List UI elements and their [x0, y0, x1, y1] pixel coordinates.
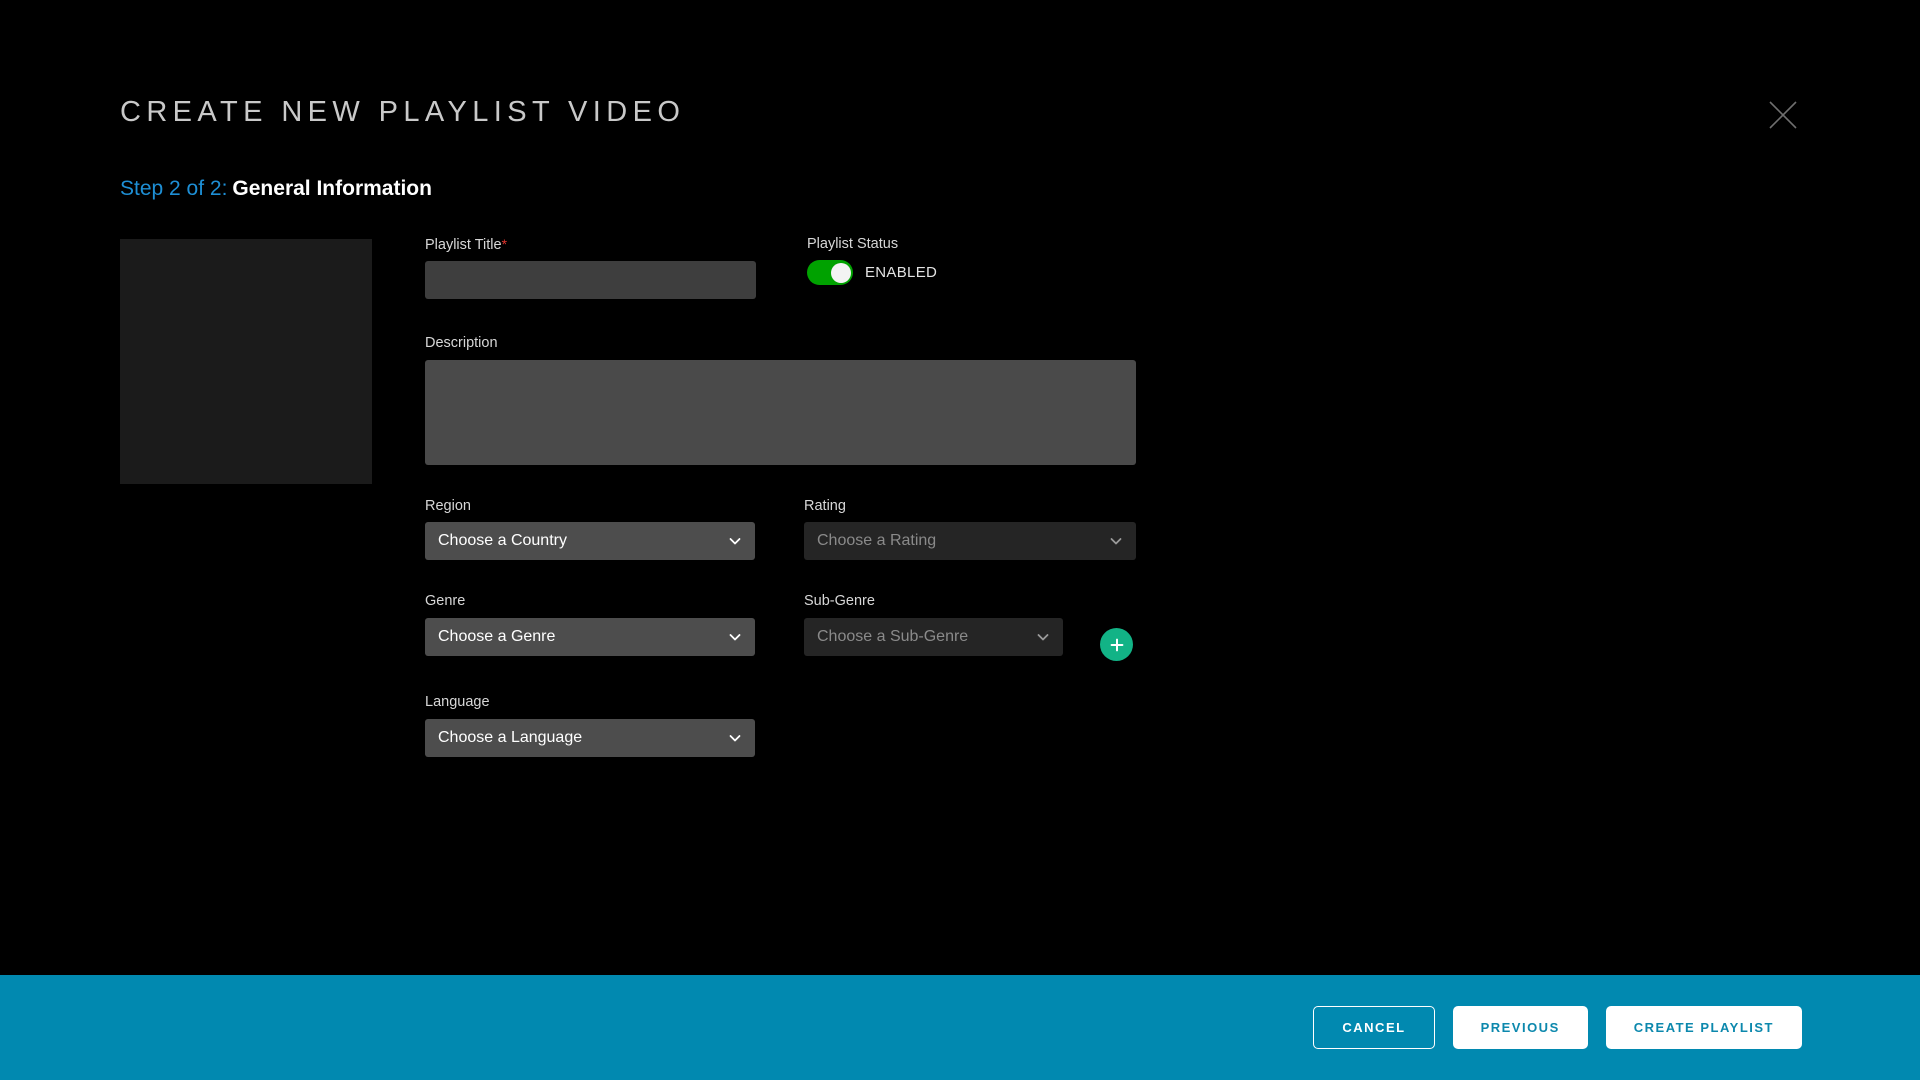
- playlist-title-input[interactable]: [425, 261, 756, 300]
- rating-label: Rating: [804, 497, 846, 514]
- playlist-status-toggle[interactable]: [807, 260, 853, 286]
- region-label: Region: [425, 497, 471, 514]
- cancel-button[interactable]: CANCEL: [1313, 1006, 1435, 1049]
- playlist-title-label-text: Playlist Title: [425, 237, 502, 253]
- genre-label: Genre: [425, 593, 466, 610]
- description-textarea[interactable]: [425, 359, 1136, 465]
- form-row-description: Description: [425, 335, 1345, 465]
- page-title: CREATE NEW PLAYLIST VIDEO: [120, 96, 686, 128]
- playlist-title-label: Playlist Title*: [425, 236, 756, 254]
- playlist-status-state-text: ENABLED: [865, 264, 938, 282]
- create-playlist-button[interactable]: CREATE PLAYLIST: [1605, 1006, 1802, 1049]
- genre-field: Genre Choose a Genre: [425, 593, 755, 656]
- step-indicator: Step 2 of 2: General Information: [120, 177, 432, 201]
- playlist-thumbnail-placeholder[interactable]: [120, 239, 372, 484]
- form-row-genre-subgenre: Genre Choose a Genre Sub-Genre Choose a …: [425, 593, 1345, 662]
- form-row-title-status: Playlist Title* Playlist Status ENABLED: [425, 236, 1345, 300]
- add-subgenre-wrap: [1063, 593, 1133, 662]
- region-field: Region Choose a Country: [425, 497, 755, 561]
- form-row-language: Language Choose a Language: [425, 694, 1345, 757]
- create-playlist-modal: CREATE NEW PLAYLIST VIDEO Step 2 of 2: Ge…: [0, 0, 1920, 1080]
- chevron-down-icon: [728, 731, 742, 745]
- genre-select-value: Choose a Genre: [438, 627, 556, 645]
- modal-footer: CANCEL PREVIOUS CREATE PLAYLIST: [0, 975, 1920, 1080]
- chevron-down-icon: [728, 534, 742, 548]
- description-label: Description: [425, 335, 498, 352]
- subgenre-select[interactable]: Choose a Sub-Genre: [804, 617, 1063, 656]
- playlist-status-label: Playlist Status: [807, 236, 899, 252]
- rating-select[interactable]: Choose a Rating: [804, 522, 1136, 561]
- playlist-status-field: Playlist Status ENABLED: [807, 236, 937, 299]
- required-marker: *: [501, 236, 508, 252]
- language-select-value: Choose a Language: [438, 728, 583, 746]
- rating-select-value: Choose a Rating: [817, 532, 937, 550]
- subgenre-field: Sub-Genre Choose a Sub-Genre: [804, 593, 1063, 656]
- language-field: Language Choose a Language: [425, 694, 755, 757]
- subgenre-label: Sub-Genre: [804, 593, 875, 610]
- rating-field: Rating Choose a Rating: [804, 497, 1136, 561]
- language-select[interactable]: Choose a Language: [425, 718, 755, 757]
- general-information-form: Playlist Title* Playlist Status ENABLED …: [425, 236, 1345, 757]
- playlist-status-toggle-row: ENABLED: [807, 260, 938, 286]
- region-select[interactable]: Choose a Country: [425, 522, 755, 561]
- chevron-down-icon: [728, 630, 742, 644]
- chevron-down-icon: [1109, 534, 1123, 548]
- previous-button[interactable]: PREVIOUS: [1452, 1006, 1588, 1049]
- step-counter: Step 2 of 2:: [120, 177, 228, 200]
- region-select-value: Choose a Country: [438, 532, 567, 550]
- toggle-knob: [830, 262, 851, 283]
- close-icon[interactable]: [1766, 98, 1800, 132]
- chevron-down-icon: [1036, 630, 1050, 644]
- step-title: General Information: [232, 177, 432, 200]
- description-field: Description: [425, 335, 1136, 465]
- genre-select[interactable]: Choose a Genre: [425, 617, 755, 656]
- add-subgenre-button[interactable]: [1100, 628, 1133, 662]
- playlist-title-field: Playlist Title*: [425, 236, 756, 300]
- plus-icon: [1109, 637, 1125, 653]
- language-label: Language: [425, 694, 490, 711]
- subgenre-select-value: Choose a Sub-Genre: [817, 627, 969, 645]
- form-row-region-rating: Region Choose a Country Rating Choose a …: [425, 497, 1345, 561]
